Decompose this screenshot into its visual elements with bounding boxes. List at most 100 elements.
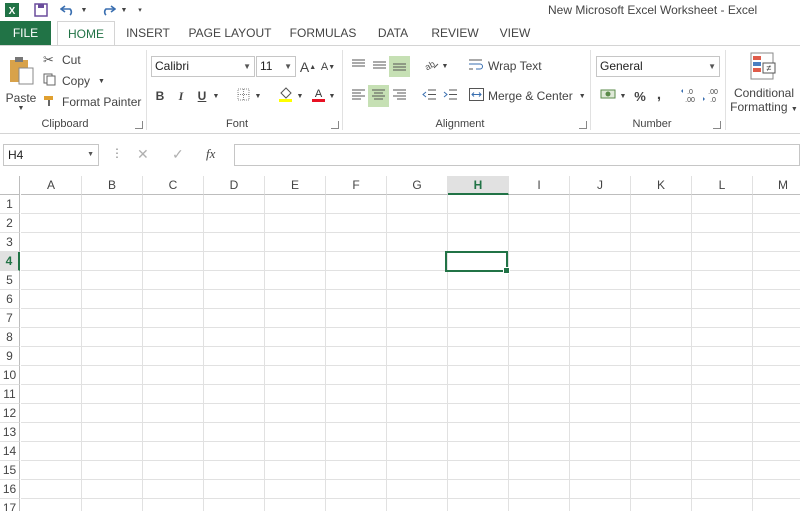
decrease-indent-button[interactable] <box>419 86 439 106</box>
row-header-4[interactable]: 4 <box>0 252 20 271</box>
align-center-button[interactable] <box>368 85 389 107</box>
row-header-10[interactable]: 10 <box>0 366 20 385</box>
wrap-text-button[interactable]: Wrap Text <box>469 56 542 76</box>
undo-dropdown-icon[interactable]: ▼ <box>80 2 88 18</box>
redo-icon[interactable] <box>98 2 118 18</box>
save-icon[interactable] <box>33 2 49 18</box>
row-header-6[interactable]: 6 <box>0 290 20 309</box>
row-header-7[interactable]: 7 <box>0 309 20 328</box>
column-header-f[interactable]: F <box>326 176 387 195</box>
font-color-button[interactable]: A <box>309 86 327 106</box>
shrink-font-button[interactable]: A ▼ <box>320 58 336 76</box>
tab-data[interactable]: DATA <box>370 21 416 45</box>
row-header-9[interactable]: 9 <box>0 347 20 366</box>
active-cell-h4[interactable] <box>445 251 510 274</box>
align-left-button[interactable] <box>348 86 368 106</box>
number-format-select[interactable]: General ▼ <box>596 56 720 77</box>
undo-icon[interactable] <box>58 2 78 18</box>
tab-review[interactable]: REVIEW <box>426 21 484 45</box>
ribbon-tabs: FILE HOME INSERT PAGE LAYOUT FORMULAS DA… <box>0 21 800 46</box>
grow-font-button[interactable]: A ▲ <box>300 58 316 76</box>
column-header-h[interactable]: H <box>448 176 509 195</box>
merge-center-button[interactable]: Merge & Center ▼ <box>469 86 586 106</box>
redo-dropdown-icon[interactable]: ▼ <box>120 2 128 18</box>
row-header-12[interactable]: 12 <box>0 404 20 423</box>
row-header-15[interactable]: 15 <box>0 461 20 480</box>
clipboard-launcher-icon[interactable] <box>135 121 143 129</box>
tab-page-layout[interactable]: PAGE LAYOUT <box>184 21 276 45</box>
row-header-5[interactable]: 5 <box>0 271 20 290</box>
tab-view[interactable]: VIEW <box>492 21 538 45</box>
percent-button[interactable]: % <box>632 86 648 106</box>
row-header-11[interactable]: 11 <box>0 385 20 404</box>
tab-home[interactable]: HOME <box>57 21 115 46</box>
row-header-13[interactable]: 13 <box>0 423 20 442</box>
font-size-select[interactable]: 11 ▼ <box>256 56 296 77</box>
orientation-dropdown-icon[interactable]: ▼ <box>441 56 449 76</box>
row-header-14[interactable]: 14 <box>0 442 20 461</box>
alignment-launcher-icon[interactable] <box>579 121 587 129</box>
cells-area[interactable] <box>21 195 800 511</box>
svg-text:ab: ab <box>423 59 437 71</box>
comma-button[interactable]: , <box>652 84 666 104</box>
copy-button[interactable]: Copy ▼ <box>43 72 105 90</box>
column-header-j[interactable]: J <box>570 176 631 195</box>
middle-align-button[interactable] <box>369 56 389 76</box>
number-launcher-icon[interactable] <box>713 121 721 129</box>
increase-decimal-button[interactable]: .0.00 <box>680 86 700 106</box>
customize-qat-icon[interactable]: ▾ <box>136 2 144 18</box>
row-header-2[interactable]: 2 <box>0 214 20 233</box>
column-header-m[interactable]: M <box>753 176 800 195</box>
bottom-align-button[interactable] <box>389 56 410 77</box>
orientation-button[interactable]: ab <box>420 56 442 76</box>
borders-button[interactable] <box>234 86 252 106</box>
accounting-format-button[interactable] <box>598 86 620 106</box>
increase-indent-button[interactable] <box>440 86 460 106</box>
column-header-d[interactable]: D <box>204 176 265 195</box>
more-options-icon[interactable]: ⋮ <box>111 146 123 160</box>
paste-button[interactable]: Paste ▼ <box>4 52 38 116</box>
format-painter-button[interactable]: Format Painter <box>43 93 141 111</box>
cancel-formula-icon[interactable]: ✕ <box>137 146 149 163</box>
decrease-decimal-button[interactable]: .00.0 <box>702 86 722 106</box>
row-header-1[interactable]: 1 <box>0 195 20 214</box>
italic-button[interactable]: I <box>173 86 189 106</box>
cut-button[interactable]: ✂ Cut <box>43 51 81 69</box>
select-all-corner[interactable] <box>0 176 20 195</box>
borders-dropdown-icon[interactable]: ▼ <box>254 86 262 106</box>
bold-button[interactable]: B <box>152 86 168 106</box>
column-header-b[interactable]: B <box>82 176 143 195</box>
conditional-formatting-icon: ≠ <box>749 51 779 84</box>
font-launcher-icon[interactable] <box>331 121 339 129</box>
column-header-i[interactable]: I <box>509 176 570 195</box>
tab-formulas[interactable]: FORMULAS <box>286 21 360 45</box>
column-header-e[interactable]: E <box>265 176 326 195</box>
accounting-dropdown-icon[interactable]: ▼ <box>619 86 627 106</box>
tab-insert[interactable]: INSERT <box>120 21 176 45</box>
column-header-k[interactable]: K <box>631 176 692 195</box>
column-header-l[interactable]: L <box>692 176 753 195</box>
tab-file[interactable]: FILE <box>0 21 51 45</box>
row-header-16[interactable]: 16 <box>0 480 20 499</box>
row-header-3[interactable]: 3 <box>0 233 20 252</box>
column-header-g[interactable]: G <box>387 176 448 195</box>
column-header-c[interactable]: C <box>143 176 204 195</box>
increase-indent-icon <box>443 89 457 103</box>
font-name-select[interactable]: Calibri ▼ <box>151 56 255 77</box>
conditional-label: Conditional <box>733 85 795 100</box>
underline-dropdown-icon[interactable]: ▼ <box>212 86 220 106</box>
conditional-formatting-button[interactable]: ≠ Conditional Formatting ▼ <box>728 50 800 114</box>
column-header-a[interactable]: A <box>21 176 82 195</box>
top-align-button[interactable] <box>348 56 368 76</box>
fill-color-button[interactable] <box>276 86 294 106</box>
fill-color-dropdown-icon[interactable]: ▼ <box>296 86 304 106</box>
insert-function-icon[interactable]: fx <box>206 146 215 162</box>
font-color-dropdown-icon[interactable]: ▼ <box>328 86 336 106</box>
row-header-8[interactable]: 8 <box>0 328 20 347</box>
name-box[interactable]: H4 ▼ <box>3 144 99 166</box>
underline-button[interactable]: U <box>194 86 210 106</box>
align-right-button[interactable] <box>389 86 409 106</box>
formula-input[interactable] <box>234 144 800 166</box>
enter-formula-icon[interactable]: ✓ <box>172 146 184 163</box>
row-header-17[interactable]: 17 <box>0 499 20 511</box>
